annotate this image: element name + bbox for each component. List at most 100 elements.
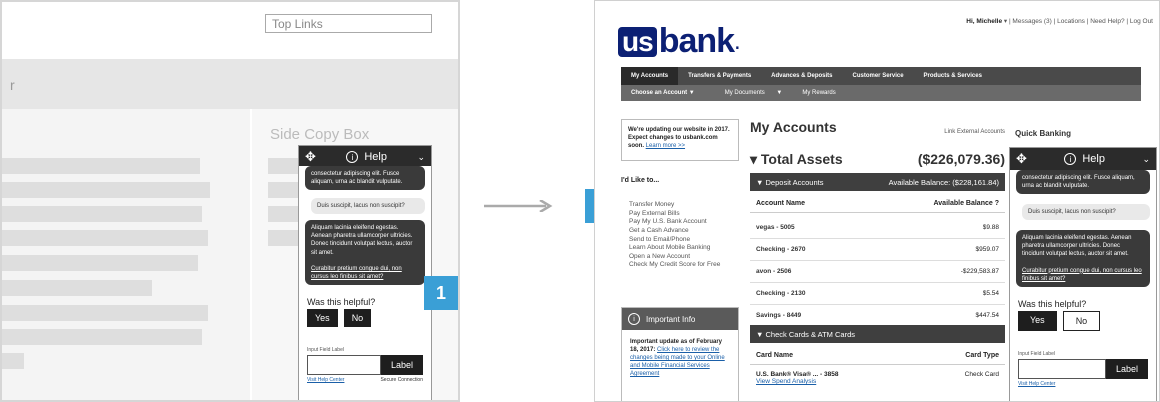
placeholder-bar [2,305,208,321]
chat-bubble: consectetur adipiscing elit. Fusce aliqu… [305,166,425,191]
help-header[interactable]: ✥ i Help ⌄ [1010,148,1156,170]
link-item[interactable]: Pay My U.S. Bank Account [629,218,720,227]
link-item[interactable]: Get a Cash Advance [629,227,720,236]
wireframe-panel: Top Links r Side Copy Box ✥ i Help ⌄ cons… [0,0,460,402]
move-icon[interactable]: ✥ [1016,151,1027,167]
placeholder-bar [268,206,302,222]
chat-area: consectetur adipiscing elit. Fusce aliqu… [1010,170,1156,287]
help-title: Help [364,151,387,163]
check-cards-header[interactable]: ▼ Check Cards & ATM Cards [750,325,1005,343]
chevron-down-icon[interactable]: ⌄ [417,152,425,163]
secure-connection-text: Secure Connection [380,376,423,383]
card-row[interactable]: U.S. Bank® Visa® ... - 3858 Check Card Vi… [750,367,1005,391]
link-item[interactable]: Pay External Bills [629,210,720,219]
usbank-panel: us bank. Hi, Michelle ▾ | Messages (3) | … [594,0,1160,402]
chevron-down-icon[interactable]: ⌄ [1142,154,1150,165]
account-row[interactable]: Checking - 2670 $959.07 [750,239,1005,261]
link-item[interactable]: Learn About Mobile Banking [629,244,720,253]
account-row[interactable]: vegas - 5005 $9.88 [750,217,1005,239]
id-like-to-heading: I'd Like to... [621,177,660,184]
nav-products[interactable]: Products & Services [914,73,992,79]
help-input-field[interactable] [307,354,381,375]
nav-transfers[interactable]: Transfers & Payments [678,73,761,79]
primary-nav: My Accounts Transfers & Payments Advance… [621,67,1141,85]
help-title: Help [1082,153,1105,165]
link-external-accounts[interactable]: Link External Accounts [944,129,1005,135]
info-icon: i [628,313,640,325]
view-spend-link[interactable]: View Spend Analysis [756,378,816,385]
total-assets-row[interactable]: ▾ Total Assets ($226,079.36) [750,151,1005,168]
arrow-right-icon [484,200,553,212]
usbank-logo[interactable]: us bank. [618,22,741,61]
chat-bubble: Duis suscipit, lacus non suscipit? [311,198,425,215]
no-button[interactable]: No [343,308,372,327]
nav-my-rewards[interactable]: My Rewards [792,90,845,96]
placeholder-bar [2,329,202,345]
learn-more-link[interactable]: Learn more >> [646,143,685,149]
visit-help-center-link[interactable]: Visit Help Center [1018,381,1055,387]
important-info-title: Important Info [646,314,696,324]
label-button[interactable]: Label [380,354,423,375]
account-row[interactable]: Savings - 8449 $447.54 [750,305,1005,327]
link-item[interactable]: Send to Email/Phone [629,236,720,245]
quick-links-list: Transfer Money Pay External Bills Pay My… [629,201,720,270]
link-item[interactable]: Check My Credit Score for Free [629,261,720,270]
help-circle-icon: ? [994,200,999,207]
placeholder-bar [2,230,208,246]
nav-my-accounts[interactable]: My Accounts [621,67,679,85]
top-links-box[interactable]: Top Links [265,14,432,33]
placeholder-bar [2,280,152,296]
chat-link[interactable]: Curabitur pretium congue dui, non cursus… [1022,268,1142,282]
info-icon: i [346,151,359,163]
move-icon[interactable]: ✥ [305,149,316,165]
yes-button[interactable]: Yes [307,308,338,327]
placeholder-bar [268,158,302,174]
wireframe-band: r [2,59,458,109]
info-icon: i [1064,153,1077,165]
link-item[interactable]: Transfer Money [629,201,720,210]
important-info-box: i Important Info Important update as of F… [621,307,739,401]
help-input-field[interactable] [1018,358,1106,379]
chat-bubble: Duis suscipit, lacus non suscipit? [1022,204,1150,221]
account-row[interactable]: Checking - 2130 $5.54 [750,283,1005,305]
placeholder-bar [2,255,198,271]
visit-help-center-link[interactable]: Visit Help Center [307,377,344,383]
nav-customer-service[interactable]: Customer Service [843,73,914,79]
placeholder-bar [2,353,24,369]
link-item[interactable]: Open a New Account [629,253,720,262]
input-field-label: Input Field Label [1018,350,1055,357]
deposit-accounts-header[interactable]: ▼ Deposit Accounts Available Balance: ($2… [750,173,1005,191]
placeholder-bar [268,230,302,246]
chat-area: consectetur adipiscing elit. Fusce aliqu… [299,166,431,285]
step-badge-1: 1 [424,276,458,310]
nav-my-documents[interactable]: My Documents ▼ [705,90,793,96]
input-field-label: Input Field Label [307,346,344,353]
chat-bubble: Aliquam lacinia eleifend egestas. Aenean… [1016,230,1150,287]
band-letter: r [10,77,15,93]
nav-choose-account[interactable]: Choose an Account ▼ [621,90,705,96]
utility-nav[interactable]: Hi, Michelle ▾ | Messages (3) | Location… [966,17,1153,25]
chat-bubble: Aliquam lacinia eleifend egestas. Aenean… [305,220,425,285]
help-header[interactable]: ✥ i Help ⌄ [299,146,431,168]
label-button[interactable]: Label [1105,358,1148,379]
chat-link[interactable]: Curabitur pretium congue dui, non cursus… [311,266,402,280]
placeholder-bar [2,182,210,198]
help-widget: ✥ i Help ⌄ consectetur adipiscing elit. F… [1009,147,1157,401]
nav-advances[interactable]: Advances & Deposits [761,73,842,79]
card-column-headers: Card Name Card Type [750,347,1005,365]
placeholder-bar [268,182,302,198]
help-widget: ✥ i Help ⌄ consectetur adipiscing elit. F… [298,145,432,400]
website-update-notice: We're updating our website in 2017. Expe… [621,119,739,161]
no-button[interactable]: No [1062,310,1101,331]
chat-bubble: consectetur adipiscing elit. Fusce aliqu… [1016,170,1150,195]
yes-button[interactable]: Yes [1018,310,1057,331]
accounts-panel: My Accounts Link External Accounts ▾ Tot… [750,119,1005,401]
placeholder-bar [2,206,202,222]
quick-banking-title: Quick Banking [1015,129,1072,138]
was-helpful-label: Was this helpful? [307,296,376,307]
placeholder-bar [2,158,200,174]
account-row[interactable]: avon - 2506 -$229,583.87 [750,261,1005,283]
secondary-nav: Choose an Account ▼ My Documents ▼ My Re… [621,85,1141,101]
side-copy-title: Side Copy Box [270,126,370,143]
deposit-column-headers: Account Name Available Balance ? [750,195,1005,213]
